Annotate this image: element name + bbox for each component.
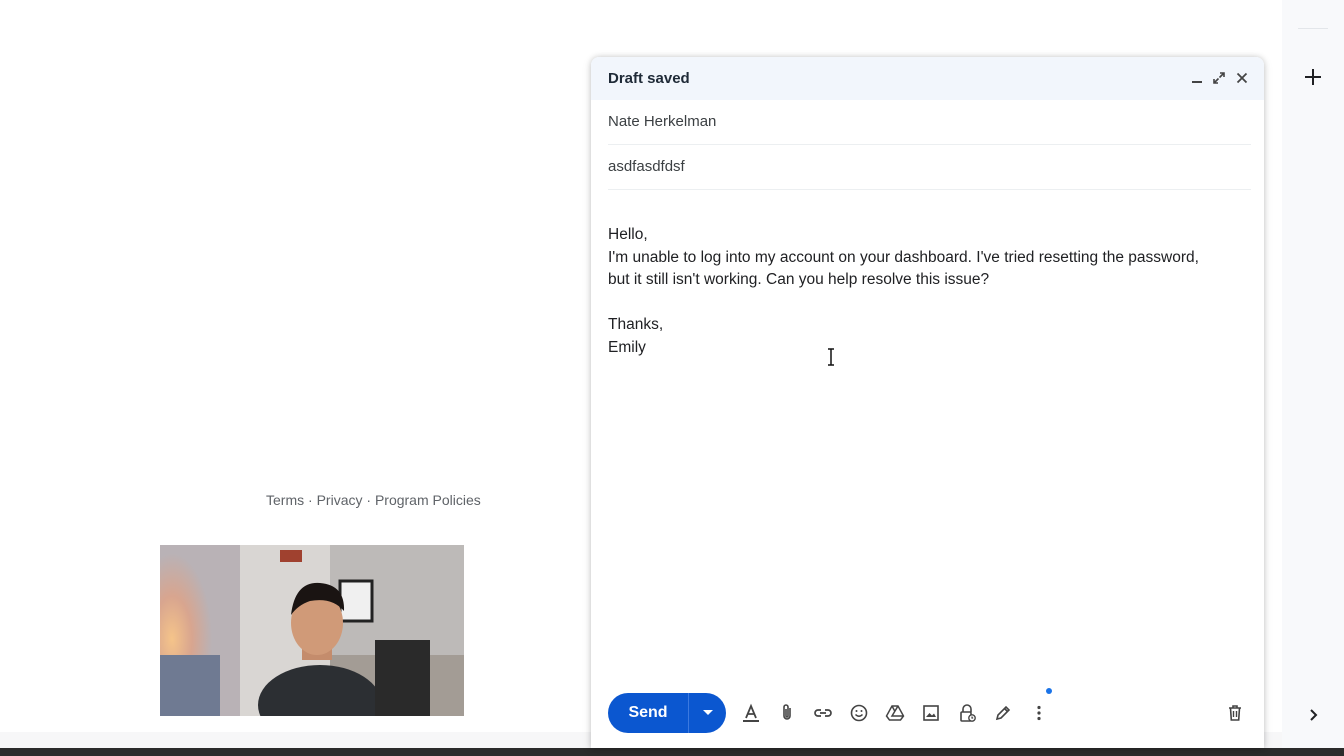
signature-icon[interactable] (991, 701, 1015, 725)
terms-link[interactable]: Terms (266, 492, 304, 508)
webcam-video-overlay (160, 545, 464, 716)
close-icon[interactable] (1232, 68, 1252, 88)
recipient-name: Nate Herkelman (608, 113, 717, 130)
message-body[interactable]: Hello, I'm unable to log into my account… (608, 224, 1253, 360)
send-options-button[interactable] (689, 693, 726, 733)
emoji-icon[interactable] (847, 701, 871, 725)
caret-down-icon (702, 710, 713, 715)
body-signature: Emily (608, 338, 646, 356)
body-line: but it still isn't working. Can you help… (608, 271, 990, 289)
side-panel-rail (1282, 0, 1344, 748)
rail-divider (1298, 28, 1328, 29)
taskbar-strip (0, 748, 1344, 756)
confidential-icon[interactable] (955, 701, 979, 725)
send-button[interactable]: Send (608, 693, 689, 733)
body-line: I'm unable to log into my account on you… (608, 248, 1199, 266)
subject-text: asdfasdfdsf (608, 158, 685, 175)
body-closing: Thanks, (608, 316, 664, 334)
draft-status-title: Draft saved (608, 70, 690, 87)
recipients-field[interactable]: Nate Herkelman (608, 100, 1251, 145)
footer-links: Terms · Privacy · Program Policies (266, 492, 481, 508)
expand-icon[interactable] (1209, 68, 1229, 88)
image-icon[interactable] (919, 701, 943, 725)
privacy-link[interactable]: Privacy (317, 492, 363, 508)
chevron-right-icon[interactable] (1304, 705, 1324, 725)
delete-icon[interactable] (1223, 701, 1247, 725)
subject-field[interactable]: asdfasdfdsf (608, 145, 1251, 190)
compose-header[interactable]: Draft saved (591, 57, 1264, 100)
body-blank-line (608, 292, 1253, 315)
compose-toolbar: Send (591, 688, 1264, 733)
body-greeting: Hello, (608, 226, 648, 243)
add-addon-button[interactable] (1300, 64, 1326, 90)
drive-icon[interactable] (883, 701, 907, 725)
link-icon[interactable] (811, 701, 835, 725)
compose-window: Draft saved Nate Herkelman asdfasdfdsf H… (591, 57, 1264, 748)
notification-dot (1046, 688, 1052, 694)
send-button-group: Send (608, 693, 726, 733)
program-policies-link[interactable]: Program Policies (375, 492, 481, 508)
footer-separator: · (362, 492, 375, 508)
text-format-icon[interactable] (739, 701, 763, 725)
attach-icon[interactable] (775, 701, 799, 725)
more-options-icon[interactable] (1027, 701, 1051, 725)
footer-separator: · (304, 492, 317, 508)
minimize-icon[interactable] (1187, 68, 1207, 88)
text-cursor-icon (826, 347, 836, 367)
